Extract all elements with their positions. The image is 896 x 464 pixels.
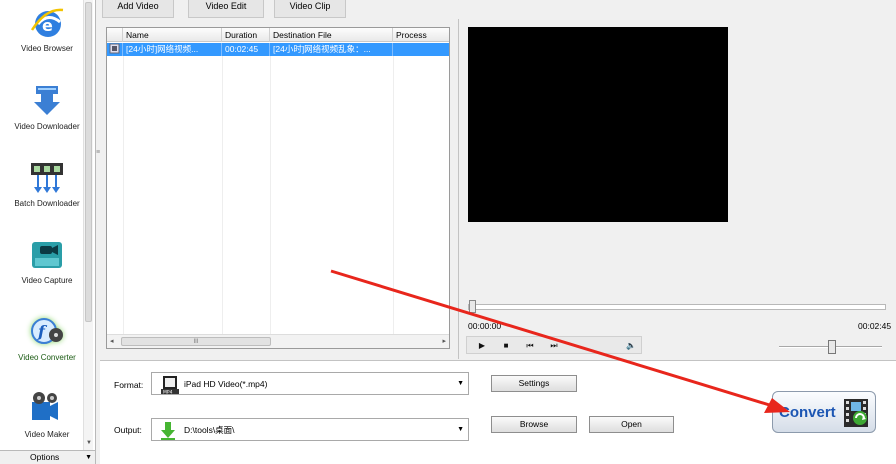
play-icon[interactable]: ▶ <box>473 339 491 353</box>
horizontal-scroll-thumb[interactable]: III <box>121 337 271 346</box>
svg-text:e: e <box>42 16 53 35</box>
convert-reel-icon: f <box>31 318 63 344</box>
volume-icon[interactable]: 🔈 <box>622 339 640 353</box>
sidebar-item-label: Batch Downloader <box>14 199 80 208</box>
total-time: 00:02:45 <box>858 321 892 331</box>
current-time: 00:00:00 <box>468 321 502 331</box>
scroll-down-arrow-icon[interactable]: ▼ <box>86 440 92 446</box>
settings-button[interactable]: Settings <box>491 375 577 392</box>
tab-add-video[interactable]: Add Video <box>102 0 174 18</box>
file-list-header: Name Duration Destination File Process <box>107 28 449 42</box>
format-label: Format: <box>114 380 144 390</box>
film-reel-icon <box>32 392 58 420</box>
options-menu[interactable]: Options ▼ <box>0 450 95 464</box>
seek-bar[interactable] <box>468 304 886 310</box>
cell-process <box>393 43 449 56</box>
cell-duration: 00:02:45 <box>222 43 270 56</box>
sidebar-item-label: Video Browser <box>21 44 73 53</box>
dropdown-arrow-icon[interactable]: ▼ <box>457 380 464 387</box>
video-preview-screen[interactable] <box>468 27 728 222</box>
sidebar-scrollbar[interactable]: ▼ <box>83 0 93 450</box>
sidebar-item-label: Video Maker <box>24 430 70 439</box>
volume-handle[interactable] <box>828 340 836 354</box>
sidebar-item-video-converter[interactable]: f Video Converter <box>6 309 88 379</box>
sidebar-item-label: Video Converter <box>18 353 76 362</box>
options-label: Options <box>30 452 60 462</box>
scroll-left-arrow-icon[interactable]: ◂ <box>110 337 114 345</box>
seek-handle[interactable] <box>469 300 476 313</box>
open-button[interactable]: Open <box>589 416 674 433</box>
tab-video-edit[interactable]: Video Edit <box>188 0 264 18</box>
output-path-value: D:\tools\桌面\ <box>184 425 235 435</box>
previous-icon[interactable]: ⏮ <box>521 339 539 353</box>
ie-globe-icon: e <box>30 8 64 37</box>
convert-label: Convert <box>779 404 836 421</box>
output-label: Output: <box>114 425 142 435</box>
table-row[interactable]: [24小时]网络视频... 00:02:45 [24小时]网络视频乱象：... <box>107 43 449 56</box>
download-arrow-icon <box>34 86 60 115</box>
player-controls: ▶ ■ ⏮ ⏭ 🔈 <box>466 336 642 354</box>
svg-text:MP4: MP4 <box>163 390 173 395</box>
stop-icon[interactable]: ■ <box>497 339 515 353</box>
sidebar-scroll-thumb[interactable] <box>85 2 92 322</box>
video-camera-icon <box>32 242 62 268</box>
next-icon[interactable]: ⏭ <box>545 339 563 353</box>
ipad-device-icon: MP4 <box>161 376 179 395</box>
dropdown-arrow-icon[interactable]: ▼ <box>457 426 464 433</box>
column-header-icon <box>107 28 123 42</box>
sidebar: e Video Browser Video Downloader Batch D… <box>0 0 96 464</box>
column-header-name[interactable]: Name <box>123 28 222 42</box>
film-convert-icon <box>844 399 868 427</box>
column-header-duration[interactable]: Duration <box>222 28 270 42</box>
green-download-arrow-icon <box>161 422 175 440</box>
tab-video-clip[interactable]: Video Clip <box>274 0 346 18</box>
sidebar-item-label: Video Downloader <box>14 122 80 131</box>
scroll-right-arrow-icon[interactable]: ▸ <box>442 337 446 345</box>
sidebar-item-label: Video Capture <box>21 276 73 285</box>
cell-destination: [24小时]网络视频乱象：... <box>270 43 393 56</box>
format-value: iPad HD Video(*.mp4) <box>184 379 268 389</box>
column-header-destination[interactable]: Destination File <box>270 28 393 42</box>
sidebar-item-video-capture[interactable]: Video Capture <box>6 232 88 302</box>
output-path-select[interactable]: D:\tools\桌面\ ▼ <box>151 418 469 441</box>
film-strip-download-icon <box>31 163 63 193</box>
sidebar-item-video-browser[interactable]: e Video Browser <box>6 0 88 70</box>
panel-splitter-handle[interactable]: ≡ <box>96 149 100 170</box>
format-select[interactable]: MP4 iPad HD Video(*.mp4) ▼ <box>151 372 469 395</box>
column-header-process[interactable]: Process <box>393 28 449 42</box>
dropdown-arrow-icon: ▼ <box>85 454 92 461</box>
sidebar-item-batch-downloader[interactable]: Batch Downloader <box>6 155 88 225</box>
sidebar-item-video-downloader[interactable]: Video Downloader <box>6 78 88 148</box>
convert-button[interactable]: Convert <box>772 391 876 433</box>
video-file-icon <box>107 43 123 56</box>
cell-name: [24小时]网络视频... <box>123 43 222 56</box>
horizontal-scrollbar[interactable]: ◂ III ▸ <box>107 334 449 348</box>
browse-button[interactable]: Browse <box>491 416 577 433</box>
file-list[interactable]: Name Duration Destination File Process [… <box>106 27 450 349</box>
sidebar-item-video-maker[interactable]: Video Maker <box>6 386 88 456</box>
